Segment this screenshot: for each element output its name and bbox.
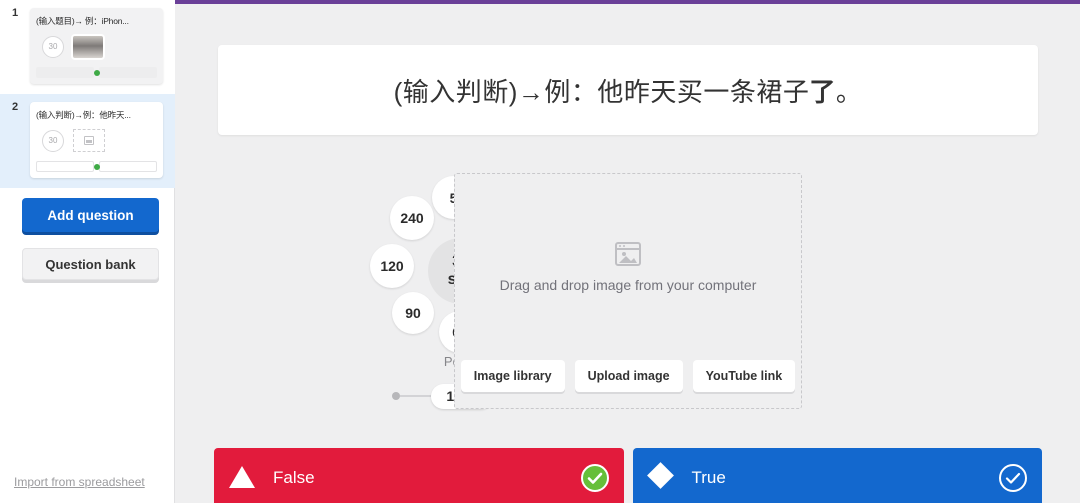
question-title-box[interactable]: (输入判断)→例：他昨天买一条裙子了。	[218, 45, 1038, 135]
add-question-button[interactable]: Add question	[22, 198, 159, 232]
time-option-90[interactable]: 90	[392, 292, 434, 334]
image-library-button[interactable]: Image library	[461, 360, 565, 392]
dropzone-instructions: Drag and drop image from your computer	[500, 277, 757, 293]
media-source-buttons: Image library Upload image YouTube link	[461, 360, 795, 392]
slide-thumbnail-1[interactable]: (输入题目)→ 例：iPhon... 30	[30, 8, 163, 84]
correct-indicator-icon	[94, 164, 100, 170]
diamond-icon	[648, 466, 672, 490]
slide-list-item-2[interactable]: 2 (输入判断)→例：他昨天... 30	[0, 94, 175, 188]
slide-number: 1	[12, 7, 18, 19]
question-text-suffix: 。	[836, 77, 863, 107]
slide-thumbnail-meta: 30	[36, 33, 157, 60]
slide-time-badge: 30	[42, 130, 64, 152]
slider-start-dot	[392, 392, 400, 400]
answer-label-true: True	[692, 468, 726, 488]
slide-time-badge: 30	[42, 36, 64, 58]
page-title: (输入判断)→例：他昨天买一条裙子了。	[394, 72, 863, 109]
answer-option-true[interactable]: True	[633, 448, 1043, 503]
quiz-editor-app: 1 (输入题目)→ 例：iPhon... 30 2 (输入判断)→例：他昨天..…	[0, 0, 1080, 503]
time-option-240[interactable]: 240	[390, 196, 434, 240]
triangle-icon	[229, 466, 253, 490]
question-editor: (输入判断)→例：他昨天买一条裙子了。 30 sec 5 10 20 30 60…	[176, 4, 1080, 503]
sidebar-actions: Add question Question bank	[0, 188, 174, 280]
answer-option-false[interactable]: False	[214, 448, 624, 503]
slide-thumbnail-meta: 30	[36, 127, 157, 154]
slide-list-item-1[interactable]: 1 (输入题目)→ 例：iPhon... 30	[0, 0, 175, 94]
question-text-prefix: (输入判断)→例：他昨天买一条裙子	[394, 77, 810, 107]
slide-answer-preview	[36, 161, 157, 172]
time-option-120[interactable]: 120	[370, 244, 414, 288]
correct-toggle-false[interactable]	[581, 464, 609, 492]
upload-image-button[interactable]: Upload image	[575, 360, 683, 392]
answer-bar	[99, 161, 157, 172]
answer-options: False True	[214, 448, 1042, 503]
question-bank-button[interactable]: Question bank	[22, 248, 159, 280]
answer-bar	[99, 67, 157, 78]
import-from-spreadsheet-link[interactable]: Import from spreadsheet	[14, 475, 145, 489]
slide-thumbnail-title: (输入题目)→ 例：iPhon...	[36, 15, 157, 27]
slide-image-preview	[73, 36, 103, 58]
slide-image-placeholder-icon	[73, 129, 105, 152]
answer-bar	[36, 67, 94, 78]
answer-bar	[36, 161, 94, 172]
answer-label-false: False	[273, 468, 315, 488]
image-placeholder-icon	[615, 242, 641, 266]
media-dropzone[interactable]: Drag and drop image from your computer I…	[454, 173, 802, 409]
slider-track-left	[400, 395, 431, 397]
slide-number: 2	[12, 101, 18, 113]
correct-indicator-icon	[94, 70, 100, 76]
youtube-link-button[interactable]: YouTube link	[693, 360, 796, 392]
slides-sidebar: 1 (输入题目)→ 例：iPhon... 30 2 (输入判断)→例：他昨天..…	[0, 0, 175, 503]
slide-thumbnail-title: (输入判断)→例：他昨天...	[36, 109, 157, 121]
correct-toggle-true[interactable]	[999, 464, 1027, 492]
slide-answer-preview	[36, 67, 157, 78]
slide-thumbnail-2[interactable]: (输入判断)→例：他昨天... 30	[30, 102, 163, 178]
question-text-bold: 了	[809, 77, 836, 107]
